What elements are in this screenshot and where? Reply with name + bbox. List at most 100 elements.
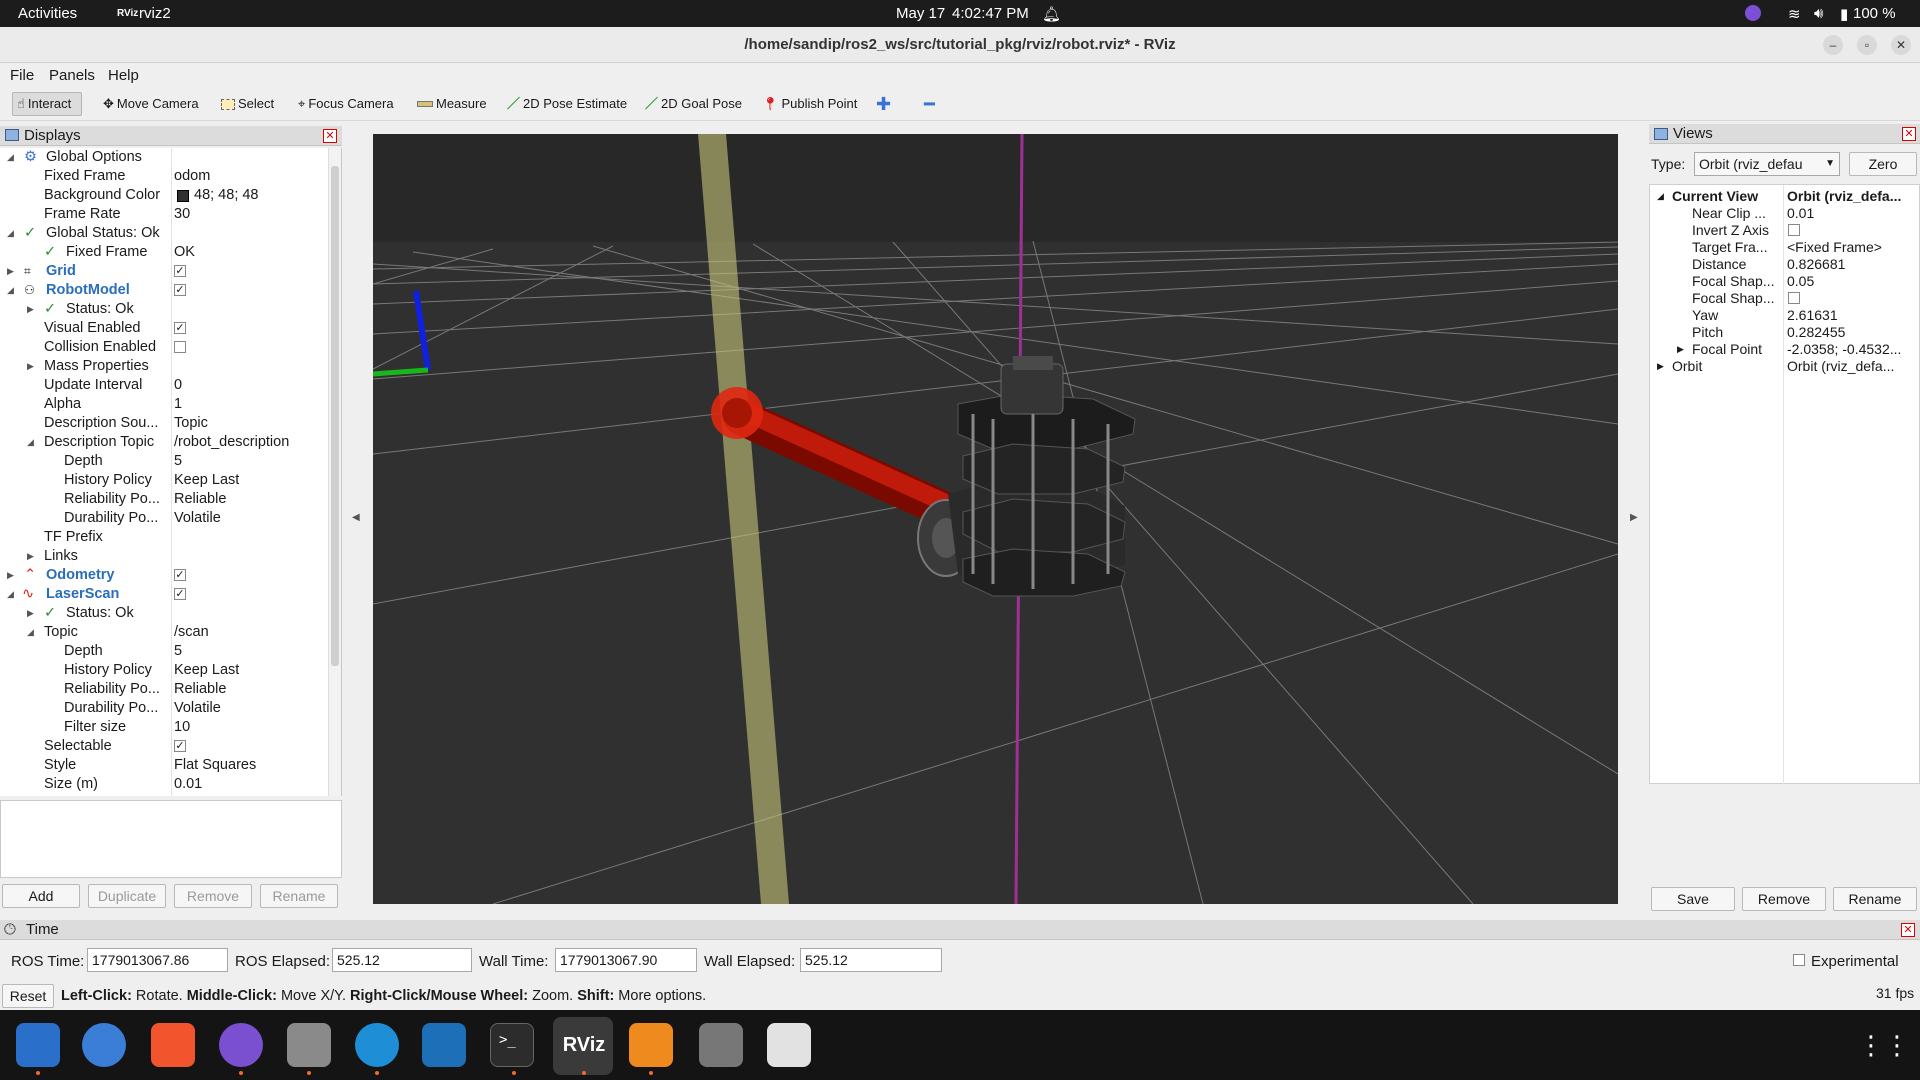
tree-row-fixed-frame[interactable]: Fixed Frame odom [0, 167, 328, 186]
zero-view-button[interactable]: Zero [1849, 152, 1917, 176]
disks-icon[interactable] [699, 1023, 743, 1067]
wifi-icon[interactable]: ≋ [1788, 5, 1801, 23]
tree-row-current-view[interactable]: ◢ Current View Orbit (rviz_defa... [1650, 188, 1920, 205]
invert-z-axis-checkbox[interactable] [1788, 224, 1800, 236]
experimental-checkbox[interactable] [1793, 954, 1805, 966]
tree-row-collision-enabled[interactable]: Collision Enabled [0, 338, 328, 357]
tree-row-update-interval[interactable]: Update Interval 0 [0, 376, 328, 395]
tree-row-size[interactable]: Size (m) 0.01 [0, 775, 328, 794]
wall-elapsed-field[interactable]: 525.12 [800, 948, 942, 972]
tree-row-robotmodel[interactable]: ◢ ⚇ RobotModel ✓ [0, 281, 328, 300]
rviz-icon[interactable]: RViz [562, 1023, 606, 1067]
tree-row-visual-enabled[interactable]: Visual Enabled ✓ [0, 319, 328, 338]
tree-row-near-clip[interactable]: Near Clip ... 0.01 [1650, 205, 1920, 222]
tree-row-odometry[interactable]: ▶ ⌃ Odometry ✓ [0, 566, 328, 585]
rename-display-button[interactable]: Rename [260, 884, 338, 908]
duplicate-display-button[interactable]: Duplicate [88, 884, 166, 908]
tree-row-laserscan[interactable]: ◢ ∿ LaserScan ✓ [0, 585, 328, 604]
tree-row-fixed-frame-status[interactable]: ✓ Fixed Frame OK [0, 243, 328, 262]
select-tool-button[interactable]: Select [219, 92, 274, 116]
edge-browser-icon[interactable] [355, 1023, 399, 1067]
tree-row-description-topic[interactable]: ◢ Description Topic/robot_description [0, 433, 328, 452]
tree-row-topic[interactable]: ◢ Topic/scan [0, 623, 328, 642]
tree-row-background-color[interactable]: Background Color 48; 48; 48 [0, 186, 328, 205]
tree-row-pitch[interactable]: Pitch 0.282455 [1650, 324, 1920, 341]
displays-scrollbar[interactable] [328, 148, 341, 796]
views-properties-tree[interactable]: ◢ Current View Orbit (rviz_defa... Near Cl… [1649, 184, 1920, 785]
tree-row-focal-shape-fixed[interactable]: Focal Shap... [1650, 290, 1920, 307]
add-tool-button[interactable]: ✚ [874, 92, 891, 116]
odometry-enabled-checkbox[interactable]: ✓ [174, 569, 186, 582]
minimize-button[interactable]: – [1823, 35, 1843, 55]
tree-row-selectable[interactable]: Selectable ✓ [0, 737, 328, 756]
tree-row-durability-policy[interactable]: Durability Po... Volatile [0, 509, 328, 528]
tree-row-grid[interactable]: ▶ ⌗ Grid ✓ [0, 262, 328, 281]
tree-row-invert-z-axis[interactable]: Invert Z Axis [1650, 222, 1920, 239]
interact-tool-button[interactable]: ☝ Interact [12, 92, 83, 116]
tree-row-durability-policy[interactable]: Durability Po... Volatile [0, 699, 328, 718]
tree-row-focal-shape-size[interactable]: Focal Shap... 0.05 [1650, 273, 1920, 290]
tree-row-history-policy[interactable]: History Policy Keep Last [0, 471, 328, 490]
collision-enabled-checkbox[interactable] [174, 341, 186, 354]
tree-row-filter-size[interactable]: Filter size 10 [0, 718, 328, 737]
collapse-right-icon[interactable]: ▶ [1630, 512, 1638, 523]
publish-point-tool-button[interactable]: 📍︎ Publish Point [760, 92, 857, 116]
view-type-select[interactable]: Orbit (rviz_defau ▼ [1694, 152, 1840, 176]
close-window-button[interactable]: ✕ [1891, 35, 1911, 55]
tree-row-style[interactable]: Style Flat Squares [0, 756, 328, 775]
notification-bell-icon[interactable]: 🔔︎ [1042, 5, 1061, 23]
viber-tray-icon[interactable] [1745, 5, 1761, 21]
menu-panels[interactable]: Panels [49, 67, 95, 84]
tree-row-depth[interactable]: Depth 5 [0, 452, 328, 471]
3d-render-viewport[interactable] [373, 134, 1618, 904]
tree-row-links[interactable]: ▶ Links [0, 547, 328, 566]
app-grid-icon[interactable]: ⋮⋮⋮ [1858, 1023, 1920, 1067]
tree-row-mass-properties[interactable]: ▶ Mass Properties [0, 357, 328, 376]
grid-enabled-checkbox[interactable]: ✓ [174, 265, 186, 278]
tree-row-description-source[interactable]: Description Sou... Topic [0, 414, 328, 433]
color-swatch[interactable] [177, 190, 189, 202]
menu-help[interactable]: Help [108, 67, 139, 84]
reset-button[interactable]: Reset [2, 984, 54, 1008]
tree-row-global-status[interactable]: ◢ ✓ Global Status: Ok [0, 224, 328, 243]
tree-row-alpha[interactable]: Alpha 1 [0, 395, 328, 414]
robotmodel-enabled-checkbox[interactable]: ✓ [174, 284, 186, 297]
text-editor-icon[interactable] [16, 1023, 60, 1067]
tree-row-yaw[interactable]: Yaw 2.61631 [1650, 307, 1920, 324]
ros-elapsed-field[interactable]: 525.12 [332, 948, 472, 972]
focus-camera-tool-button[interactable]: ⌖ Focus Camera [296, 92, 394, 116]
clock-date[interactable]: May 17 [896, 5, 945, 22]
battery-percent[interactable]: 100 % [1853, 5, 1896, 22]
viber-icon[interactable] [219, 1023, 263, 1067]
rename-view-button[interactable]: Rename [1833, 887, 1917, 911]
tree-row-tf-prefix[interactable]: TF Prefix [0, 528, 328, 547]
files-icon[interactable] [287, 1023, 331, 1067]
selectable-checkbox[interactable]: ✓ [174, 740, 186, 753]
app-menu-label[interactable]: rviz2 [139, 5, 171, 22]
tree-row-orbit[interactable]: ▶ Orbit Orbit (rviz_defa... [1650, 358, 1920, 375]
tree-row-focal-point[interactable]: ▶ Focal Point -2.0358; -0.4532... [1650, 341, 1920, 358]
ros-time-field[interactable]: 1779013067.86 [87, 948, 228, 972]
menu-file[interactable]: File [10, 67, 34, 84]
tree-row-robotmodel-status[interactable]: ▶ ✓ Status: Ok [0, 300, 328, 319]
close-panel-icon[interactable]: ✕ [1901, 923, 1915, 937]
remove-display-button[interactable]: Remove [174, 884, 252, 908]
tree-row-laserscan-status[interactable]: ▶ ✓ Status: Ok [0, 604, 328, 623]
volume-icon[interactable]: 🔊︎ [1814, 5, 1823, 22]
collapse-left-icon[interactable]: ◀ [352, 512, 360, 523]
move-camera-tool-button[interactable]: ✥ Move Camera [101, 92, 199, 116]
add-display-button[interactable]: Add [2, 884, 80, 908]
2d-pose-estimate-tool-button[interactable]: ／ 2D Pose Estimate [505, 92, 627, 116]
activities-button[interactable]: Activities [18, 5, 77, 22]
sublime-text-icon[interactable] [629, 1023, 673, 1067]
visual-enabled-checkbox[interactable]: ✓ [174, 322, 186, 335]
remove-tool-button[interactable]: ━ [922, 92, 935, 116]
maximize-button[interactable]: ▫ [1857, 35, 1877, 55]
scrollbar-thumb[interactable] [331, 166, 339, 666]
tree-row-target-frame[interactable]: Target Fra... <Fixed Frame> [1650, 239, 1920, 256]
displays-tree[interactable]: ◢ ⚙ Global Options Fixed Frame odom Backgro… [0, 148, 342, 796]
tree-row-reliability-policy[interactable]: Reliability Po... Reliable [0, 680, 328, 699]
trash-icon[interactable] [767, 1023, 811, 1067]
laserscan-enabled-checkbox[interactable]: ✓ [174, 588, 186, 601]
clock-time[interactable]: 4:02:47 PM [952, 5, 1029, 22]
